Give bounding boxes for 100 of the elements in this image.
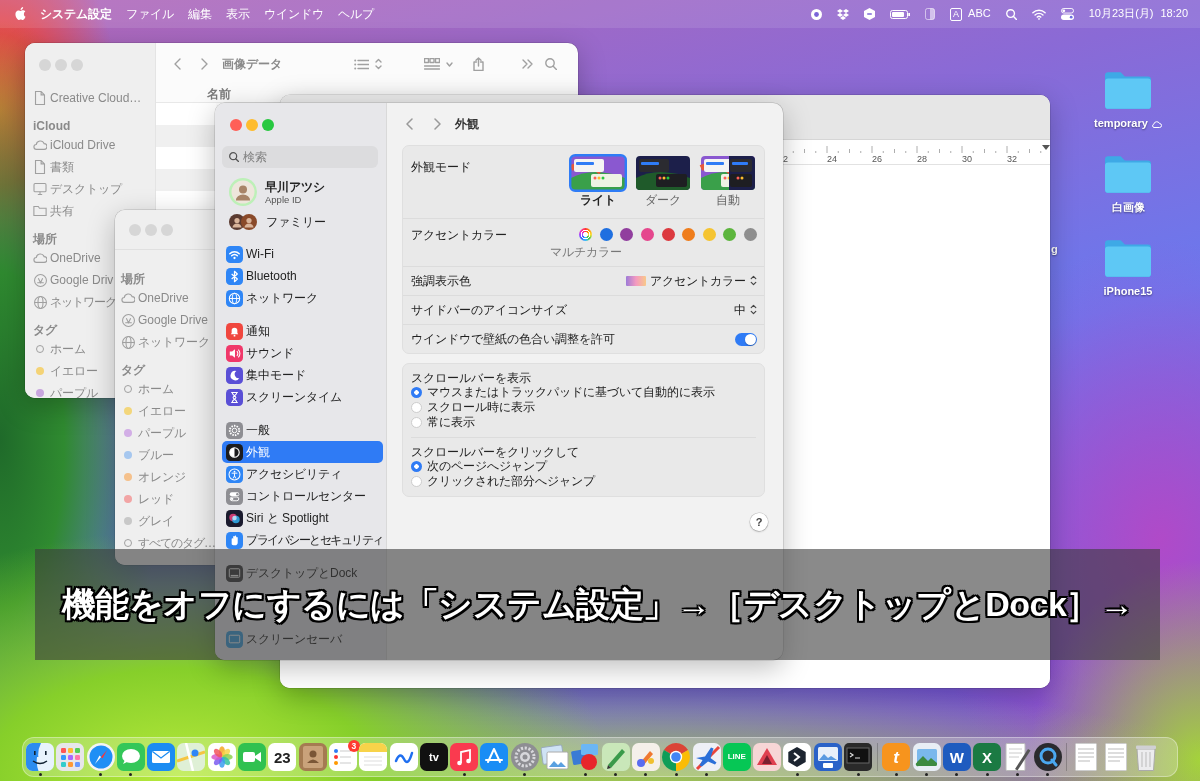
sidebar-item[interactable]: 通知: [222, 320, 383, 342]
sidebar-item[interactable]: Siri と Spotlight: [222, 507, 383, 529]
file-name[interactable]: 白画像: [1111, 201, 1145, 215]
grid-view-icon[interactable]: [424, 58, 440, 70]
diamonds-icon[interactable]: [837, 8, 850, 20]
menu-item[interactable]: 編集: [188, 6, 212, 22]
record-icon[interactable]: [811, 8, 823, 20]
landscape-photo-icon[interactable]: [912, 743, 941, 771]
sidebar-item[interactable]: デスクトップ: [30, 178, 122, 200]
flower-icon[interactable]: [207, 743, 236, 771]
sidebar-item[interactable]: 一般: [222, 419, 383, 441]
sidebar-item[interactable]: デスクトップとDock: [222, 562, 383, 584]
sidebar-item[interactable]: コントロールセンター: [222, 485, 383, 507]
accent-color-swatch[interactable]: [682, 228, 696, 241]
map-icon[interactable]: [177, 743, 206, 771]
sidebar-item[interactable]: 書類: [30, 156, 74, 178]
accent-color-swatch[interactable]: [702, 228, 716, 241]
popup-button[interactable]: アクセントカラー: [626, 273, 757, 289]
help-button[interactable]: ?: [750, 513, 768, 531]
sidebar-item[interactable]: パープル: [30, 382, 98, 398]
search-icon[interactable]: [545, 58, 557, 70]
sidebar-item[interactable]: オレンジ: [118, 466, 186, 488]
radio-button[interactable]: [411, 402, 422, 413]
speech-bubble-icon[interactable]: [116, 743, 145, 771]
app-menu[interactable]: システム設定: [40, 6, 112, 22]
split-rectangle-icon[interactable]: [925, 8, 936, 20]
clock-label[interactable]: 18:20: [1160, 7, 1188, 21]
toggle-switches-icon[interactable]: [1060, 8, 1074, 20]
radio-button[interactable]: [411, 461, 422, 472]
folder-icon[interactable]: [1105, 156, 1151, 194]
appearance-option[interactable]: 自動: [699, 154, 757, 207]
share-icon[interactable]: [473, 57, 484, 71]
sidebar-item[interactable]: ブルー: [118, 444, 174, 466]
sidebar-item[interactable]: イエロー: [118, 400, 186, 422]
app-tile[interactable]: t: [882, 743, 911, 771]
compass-icon[interactable]: [86, 743, 115, 771]
battery-icon[interactable]: [890, 9, 911, 19]
sidebar-item[interactable]: ホーム: [118, 378, 174, 400]
sidebar-item[interactable]: 集中モード: [222, 364, 383, 386]
menu-item[interactable]: 表示: [226, 6, 250, 22]
sidebar-item[interactable]: ホーム: [30, 338, 86, 360]
file-name[interactable]: temporary: [1094, 117, 1148, 131]
paper-pen-icon[interactable]: [1003, 743, 1032, 771]
menu-item[interactable]: ウインドウ: [264, 6, 324, 22]
sidebar-item[interactable]: ネットワーク: [118, 331, 210, 353]
file-name[interactable]: g: [1051, 243, 1058, 257]
radio-button[interactable]: [411, 387, 422, 398]
updown-chevron-icon[interactable]: [375, 58, 382, 70]
app-store-icon[interactable]: [480, 743, 509, 771]
address-book-icon[interactable]: [298, 743, 327, 771]
browser-icon[interactable]: [662, 743, 691, 771]
sidebar-item[interactable]: Google Drive: [118, 309, 209, 331]
folder-icon[interactable]: [1105, 72, 1151, 109]
chevron-right-icon[interactable]: [434, 118, 441, 130]
file-name[interactable]: iPhone15: [1103, 285, 1153, 299]
radio-button[interactable]: [411, 476, 422, 487]
accent-color-swatch[interactable]: [599, 228, 613, 241]
pen-icon[interactable]: [601, 743, 630, 771]
appearance-option[interactable]: ライト: [569, 154, 627, 207]
app-tile[interactable]: X: [973, 743, 1002, 771]
image-collage-icon[interactable]: [571, 743, 600, 771]
sidebar-item[interactable]: 共有: [30, 200, 74, 222]
sidebar-item[interactable]: Creative Cloud…: [30, 87, 142, 109]
sidebar-item[interactable]: iCloud Drive: [30, 134, 116, 156]
sidebar-item[interactable]: イエロー: [30, 360, 98, 382]
accent-color-swatch[interactable]: [744, 228, 757, 241]
zoom-button[interactable]: [262, 118, 274, 131]
app-tile[interactable]: W: [942, 743, 971, 771]
account-name[interactable]: 早川アツシ: [265, 179, 325, 194]
popup-button[interactable]: 中: [734, 302, 757, 318]
menu-item[interactable]: ヘルプ: [338, 6, 374, 22]
chevron-right-icon[interactable]: [201, 58, 208, 70]
sidebar-item[interactable]: ファミリー: [222, 212, 383, 232]
double-chevron-icon[interactable]: [522, 59, 533, 69]
toggle-switch[interactable]: [735, 332, 757, 346]
app-tile[interactable]: tv: [419, 743, 448, 771]
sidebar-item[interactable]: すべてのタグ…: [118, 532, 215, 554]
wifi-icon[interactable]: [1031, 8, 1046, 20]
media-player-icon[interactable]: [1033, 743, 1062, 771]
photo-stack-icon[interactable]: [541, 743, 570, 771]
sidebar-item[interactable]: パープル: [118, 422, 186, 444]
sidebar-item[interactable]: Bluetooth: [222, 265, 383, 287]
sidebar-item[interactable]: ネットワーク: [222, 287, 383, 309]
accent-color-swatch[interactable]: [641, 228, 655, 241]
sidebar-item[interactable]: アクセシビリティ: [222, 463, 383, 485]
date-label[interactable]: 10月23日(月): [1088, 7, 1154, 21]
gear-icon[interactable]: [510, 743, 539, 771]
accent-color-swatch[interactable]: [661, 228, 675, 241]
sidebar-item[interactable]: ネットワーク: [30, 291, 115, 313]
checklist-icon[interactable]: [328, 743, 357, 771]
chevron-down-icon[interactable]: [446, 61, 453, 67]
video-camera-icon[interactable]: [238, 743, 267, 771]
accent-color-swatch[interactable]: [579, 228, 593, 241]
chevron-left-icon[interactable]: [406, 118, 413, 130]
sidebar-item[interactable]: サウンド: [222, 342, 383, 364]
paintbrush-icon[interactable]: [631, 743, 660, 771]
airplane-icon[interactable]: [692, 743, 721, 771]
sidebar-item[interactable]: Google Driv: [30, 269, 114, 291]
sidebar-item[interactable]: スクリーンセーバ: [222, 628, 383, 650]
sidebar-item[interactable]: OneDrive: [118, 287, 189, 309]
